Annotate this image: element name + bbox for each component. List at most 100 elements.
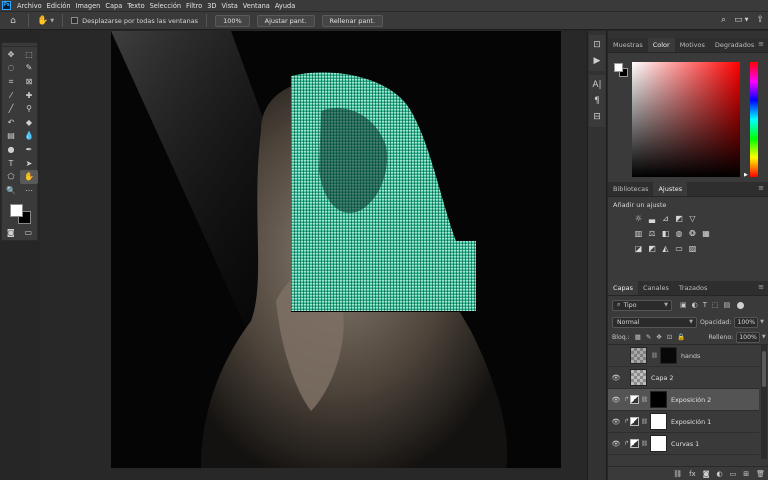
filter-shape-icon[interactable]: ⬚	[712, 301, 719, 309]
tab-muestras[interactable]: Muestras	[608, 38, 648, 52]
brightness-icon[interactable]: ☼	[632, 214, 645, 224]
chevron-down-icon[interactable]: ▼	[50, 18, 54, 24]
vibrance-icon[interactable]: ▽	[686, 214, 699, 224]
link-layers-icon[interactable]: ⛓	[673, 470, 682, 478]
move-tool-icon[interactable]: ✥	[2, 48, 20, 62]
foreground-color[interactable]	[10, 203, 23, 217]
history-brush-icon[interactable]: ↶	[2, 116, 20, 130]
screen-mode-icon[interactable]: ▭	[25, 228, 33, 237]
frame-icon[interactable]: ⊠	[20, 75, 38, 89]
tab-canales[interactable]: Canales	[638, 281, 674, 295]
menu-capa[interactable]: Capa	[105, 2, 122, 10]
paragraph-icon[interactable]: ¶	[589, 93, 605, 109]
lock-artboard-icon[interactable]: ⊡	[667, 333, 672, 341]
lock-image-icon[interactable]: ✎	[646, 333, 651, 341]
layer-mask-thumbnail[interactable]	[649, 391, 667, 408]
tab-degradados[interactable]: Degradados	[710, 38, 759, 52]
tab-bibliotecas[interactable]: Bibliotecas	[608, 182, 653, 196]
menu-seleccion[interactable]: Selección	[150, 2, 181, 10]
scroll-all-windows-checkbox[interactable]	[71, 17, 79, 24]
menu-edicion[interactable]: Edición	[47, 2, 71, 10]
photo-filter-icon[interactable]: ◍	[673, 229, 686, 239]
tab-capas[interactable]: Capas	[608, 281, 639, 295]
menu-filtro[interactable]: Filtro	[186, 2, 202, 10]
fill-screen-button[interactable]: Rellenar pant.	[321, 14, 384, 27]
link-icon[interactable]: ⛓	[651, 353, 658, 359]
rect-marquee-icon[interactable]: ⬚	[20, 48, 38, 62]
color-balance-icon[interactable]: ⚖	[646, 229, 659, 239]
artwork-image[interactable]	[111, 31, 561, 468]
hue-slider[interactable]	[750, 62, 758, 177]
layer-row-exposicion-2[interactable]: 👁 ↱ ⛓ Exposición 2	[608, 389, 759, 411]
hue-saturation-icon[interactable]: ▥	[632, 229, 645, 239]
threshold-icon[interactable]: ◭	[659, 244, 672, 254]
actions-icon[interactable]: ▶	[589, 53, 605, 69]
gradient-map-icon[interactable]: ▭	[673, 244, 686, 254]
filter-pixel-icon[interactable]: ▣	[680, 301, 687, 309]
invert-icon[interactable]: ◪	[632, 244, 645, 254]
trash-icon[interactable]: 🗑	[756, 470, 765, 478]
eye-icon[interactable]: 👁	[608, 440, 624, 448]
lock-position-icon[interactable]: ✥	[656, 333, 661, 341]
glyphs-icon[interactable]: ⊟	[589, 109, 605, 125]
levels-icon[interactable]: ▃	[646, 214, 659, 224]
zoom-icon[interactable]: 🔍	[2, 184, 20, 198]
add-mask-icon[interactable]: ◙	[703, 470, 710, 478]
pen-icon[interactable]: ✒	[20, 143, 38, 157]
lock-all-icon[interactable]: 🔒	[677, 333, 685, 341]
quick-select-icon[interactable]: ✎	[20, 62, 38, 76]
selective-color-icon[interactable]: ▨	[686, 244, 699, 254]
channel-mixer-icon[interactable]: ❂	[686, 229, 699, 239]
crop-icon[interactable]: ⌗	[2, 75, 20, 89]
gradient-icon[interactable]: ▤	[2, 130, 20, 144]
tab-trazados[interactable]: Trazados	[674, 281, 713, 295]
link-icon[interactable]: ⛓	[641, 397, 648, 403]
panel-menu-icon[interactable]: ≡	[758, 40, 764, 48]
fx-button[interactable]: fx	[689, 470, 696, 478]
type-icon[interactable]: T	[2, 157, 20, 171]
quick-mask-icon[interactable]: ◙	[7, 228, 15, 237]
blur-icon[interactable]: 💧	[20, 130, 38, 144]
link-icon[interactable]: ⛓	[641, 441, 648, 447]
tab-motivos[interactable]: Motivos	[675, 38, 710, 52]
layer-mask-thumbnail[interactable]	[649, 435, 667, 452]
layers-scrollbar[interactable]	[761, 345, 767, 459]
fit-screen-button[interactable]: Ajustar pant.	[256, 14, 315, 27]
scrollbar-thumb[interactable]	[762, 351, 766, 387]
filter-smart-icon[interactable]: ▤	[724, 301, 731, 309]
layer-row-hands[interactable]: ● ⛓ hands	[608, 345, 759, 367]
tab-ajustes[interactable]: Ajustes	[653, 182, 688, 196]
eye-icon[interactable]: 👁	[608, 374, 624, 382]
stamp-icon[interactable]: ⚲	[20, 102, 38, 116]
chevron-down-icon[interactable]: ▼	[745, 17, 749, 23]
blend-mode-select[interactable]: Normal ▼	[612, 316, 697, 328]
hand-tool-icon[interactable]: ✋	[20, 170, 38, 184]
posterize-icon[interactable]: ◩	[646, 244, 659, 254]
menu-texto[interactable]: Texto	[127, 2, 144, 10]
filter-type-icon[interactable]: T	[703, 301, 707, 309]
menu-vista[interactable]: Vista	[222, 2, 238, 10]
foreground-color[interactable]	[614, 63, 623, 72]
layer-mask-thumbnail[interactable]	[649, 413, 667, 430]
panel-menu-icon[interactable]: ≡	[758, 184, 764, 192]
layer-filter-select[interactable]: ⌕ Tipo ▼	[612, 299, 672, 311]
shape-icon[interactable]: ⬠	[2, 170, 20, 184]
new-adjustment-icon[interactable]: ◐	[717, 470, 723, 478]
menu-imagen[interactable]: Imagen	[76, 2, 101, 10]
eye-icon[interactable]: 👁	[608, 396, 624, 404]
chevron-down-icon[interactable]: ▼	[760, 319, 764, 325]
curves-icon[interactable]: ⊿	[659, 214, 672, 224]
tab-color[interactable]: Color	[647, 38, 675, 52]
eyedropper-icon[interactable]: ⁄	[2, 89, 20, 103]
link-icon[interactable]: ⛓	[641, 419, 648, 425]
color-lookup-icon[interactable]: ▦	[700, 229, 713, 239]
lock-transparent-icon[interactable]: ▦	[635, 333, 641, 341]
new-group-icon[interactable]: ▭	[730, 470, 737, 478]
menu-archivo[interactable]: Archivo	[17, 2, 42, 10]
menu-ventana[interactable]: Ventana	[243, 2, 270, 10]
lasso-icon[interactable]: ◌	[2, 62, 20, 76]
eraser-icon[interactable]: ◆	[20, 116, 38, 130]
visibility-toggle[interactable]: ●	[608, 352, 624, 360]
menu-3d[interactable]: 3D	[207, 2, 216, 10]
document-canvas[interactable]	[40, 31, 586, 480]
